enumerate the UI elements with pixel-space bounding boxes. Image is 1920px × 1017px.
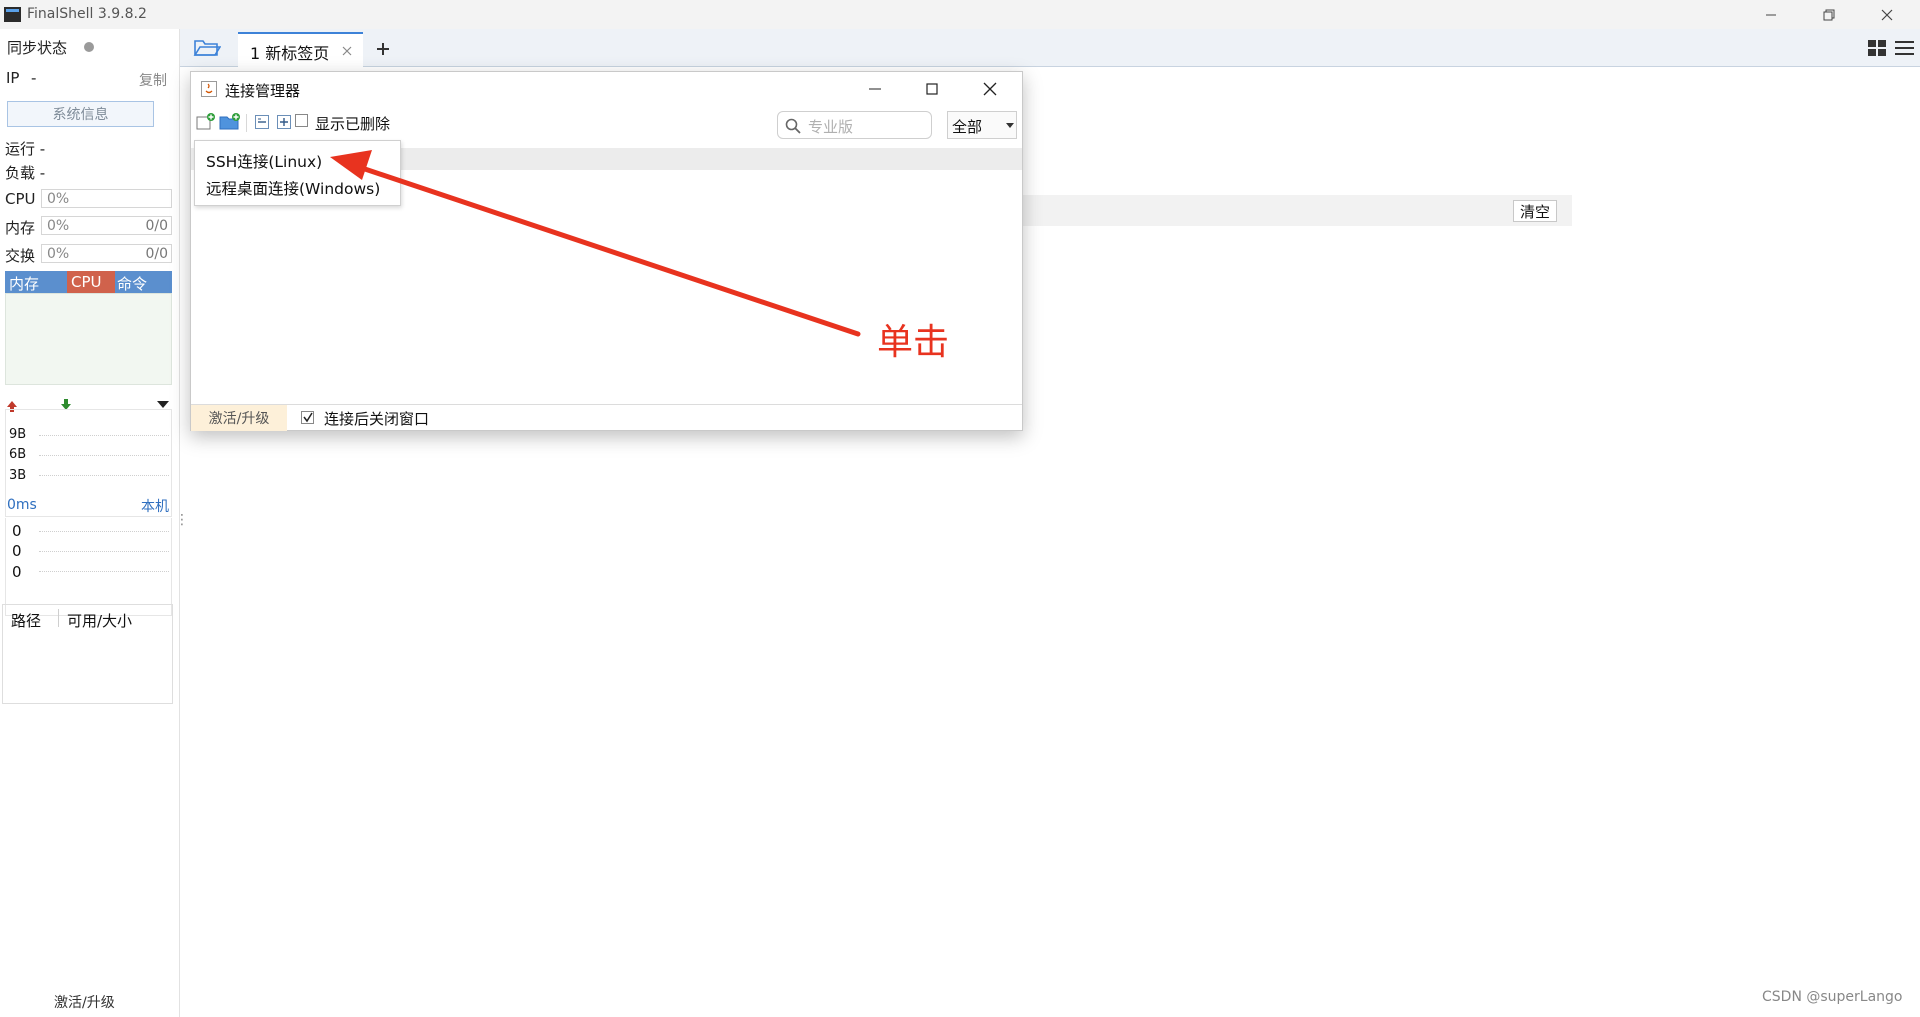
- dialog-minimize-button[interactable]: [847, 72, 903, 106]
- checkmark-icon: [303, 412, 313, 423]
- chevron-down-icon: [1006, 123, 1014, 128]
- disk-table: 路径 可用/大小: [2, 604, 173, 704]
- swap-value: 0%: [47, 246, 70, 262]
- memory-value: 0%: [47, 218, 70, 234]
- java-app-icon: [201, 81, 217, 97]
- monitor-tab-command[interactable]: 命令: [117, 273, 147, 294]
- tab-label: 1 新标签页: [250, 44, 330, 63]
- load-status: 负载 -: [5, 164, 46, 182]
- minimize-icon: [869, 88, 881, 90]
- disk-header-divider: [58, 609, 59, 627]
- grid-view-icon[interactable]: [1868, 40, 1886, 56]
- ping-value-2: 0: [12, 542, 22, 560]
- memory-ratio: 0/0: [145, 218, 168, 234]
- minimize-icon: [1766, 14, 1776, 15]
- add-tab-icon[interactable]: [376, 42, 390, 56]
- new-connection-menu: SSH连接(Linux) 远程桌面连接(Windows): [194, 140, 401, 206]
- memory-label: 内存: [5, 219, 36, 237]
- window-title: FinalShell 3.9.8.2: [27, 6, 147, 22]
- restore-button[interactable]: [1800, 0, 1858, 29]
- show-deleted-label: 显示已删除: [315, 115, 391, 133]
- sidebar: 同步状态 IP - 复制 系统信息 运行 - 负载 - CPU 0% 内存 0%…: [0, 29, 189, 1017]
- swap-ratio: 0/0: [145, 246, 168, 262]
- dialog-title: 连接管理器: [225, 82, 301, 100]
- dialog-footer: 激活/升级 连接后关闭窗口: [191, 404, 1022, 431]
- cpu-label: CPU: [5, 190, 36, 208]
- tab-new-tab[interactable]: 1 新标签页: [238, 32, 363, 67]
- net-scale-6b: 6B: [9, 447, 27, 462]
- search-placeholder: 专业版: [808, 118, 854, 136]
- disk-header-size[interactable]: 可用/大小: [67, 610, 132, 631]
- ping-latency: 0ms: [7, 497, 37, 513]
- dialog-close-button[interactable]: [962, 72, 1018, 106]
- sync-status-label: 同步状态: [7, 39, 68, 57]
- net-scale-9b: 9B: [9, 427, 27, 442]
- run-status: 运行 -: [5, 140, 46, 158]
- swap-meter: 0% 0/0: [41, 244, 172, 263]
- minimize-button[interactable]: [1742, 0, 1800, 29]
- system-info-button[interactable]: 系统信息: [7, 101, 154, 127]
- window-titlebar: FinalShell 3.9.8.2: [0, 0, 1920, 29]
- restore-icon: [1823, 9, 1835, 20]
- activate-upgrade-link[interactable]: 激活/升级: [54, 992, 115, 1012]
- cpu-value: 0%: [47, 191, 70, 207]
- expand-all-icon[interactable]: [277, 115, 291, 129]
- dialog-maximize-button[interactable]: [904, 72, 960, 106]
- close-icon: [983, 82, 997, 96]
- ping-host[interactable]: 本机: [141, 496, 169, 516]
- connection-manager-dialog: 连接管理器 显示已删除 专业版 全部 SSH连接(Linux) 远程桌面连接(W…: [190, 71, 1023, 431]
- show-deleted-checkbox[interactable]: [295, 114, 308, 127]
- swap-label: 交换: [5, 247, 36, 265]
- filter-value: 全部: [952, 118, 983, 136]
- close-icon: [1881, 9, 1893, 20]
- new-connection-icon[interactable]: [196, 112, 216, 130]
- clear-button[interactable]: 清空: [1513, 200, 1557, 222]
- sync-status-dot: [84, 42, 94, 52]
- memory-meter: 0% 0/0: [41, 216, 172, 235]
- menu-item-ssh-linux[interactable]: SSH连接(Linux): [206, 150, 322, 172]
- ip-value: -: [31, 69, 37, 87]
- filter-select[interactable]: 全部: [947, 111, 1017, 139]
- session-tab-bar: [180, 29, 1920, 67]
- app-icon: [4, 7, 21, 22]
- search-input[interactable]: 专业版: [777, 111, 932, 139]
- net-scale-3b: 3B: [9, 468, 27, 483]
- ping-value-3: 0: [12, 563, 22, 581]
- menu-item-rdp-windows[interactable]: 远程桌面连接(Windows): [206, 177, 380, 199]
- ping-chart: 0 0 0: [5, 518, 172, 616]
- tab-close-icon[interactable]: [342, 46, 352, 56]
- maximize-icon: [926, 83, 938, 95]
- close-after-connect-checkbox[interactable]: [301, 411, 314, 424]
- close-window-button[interactable]: [1858, 0, 1916, 29]
- folder-open-icon[interactable]: [193, 38, 221, 58]
- cpu-meter: 0%: [41, 189, 172, 208]
- copy-ip-button[interactable]: 复制: [139, 70, 167, 90]
- toolbar-separator: [246, 114, 247, 132]
- watermark: CSDN @superLango: [1762, 989, 1903, 1005]
- monitor-tabs: 内存 CPU 命令: [5, 271, 172, 293]
- collapse-all-icon[interactable]: [255, 115, 269, 129]
- menu-list-icon[interactable]: [1895, 40, 1914, 56]
- monitor-tab-memory[interactable]: 内存: [9, 273, 39, 294]
- dialog-activate-button[interactable]: 激活/升级: [191, 405, 287, 431]
- search-icon: [785, 118, 801, 134]
- splitter-handle[interactable]: ⋮: [175, 512, 189, 528]
- disk-header-path[interactable]: 路径: [11, 610, 41, 631]
- new-folder-icon[interactable]: [219, 112, 241, 130]
- monitor-chart: [5, 293, 172, 385]
- output-toolbar: [1020, 195, 1572, 226]
- ping-value-1: 0: [12, 522, 22, 540]
- annotation-label: 单击: [877, 322, 950, 363]
- ip-label: IP: [6, 69, 20, 87]
- close-after-connect-label: 连接后关闭窗口: [324, 410, 430, 428]
- monitor-tab-cpu[interactable]: CPU: [71, 273, 102, 291]
